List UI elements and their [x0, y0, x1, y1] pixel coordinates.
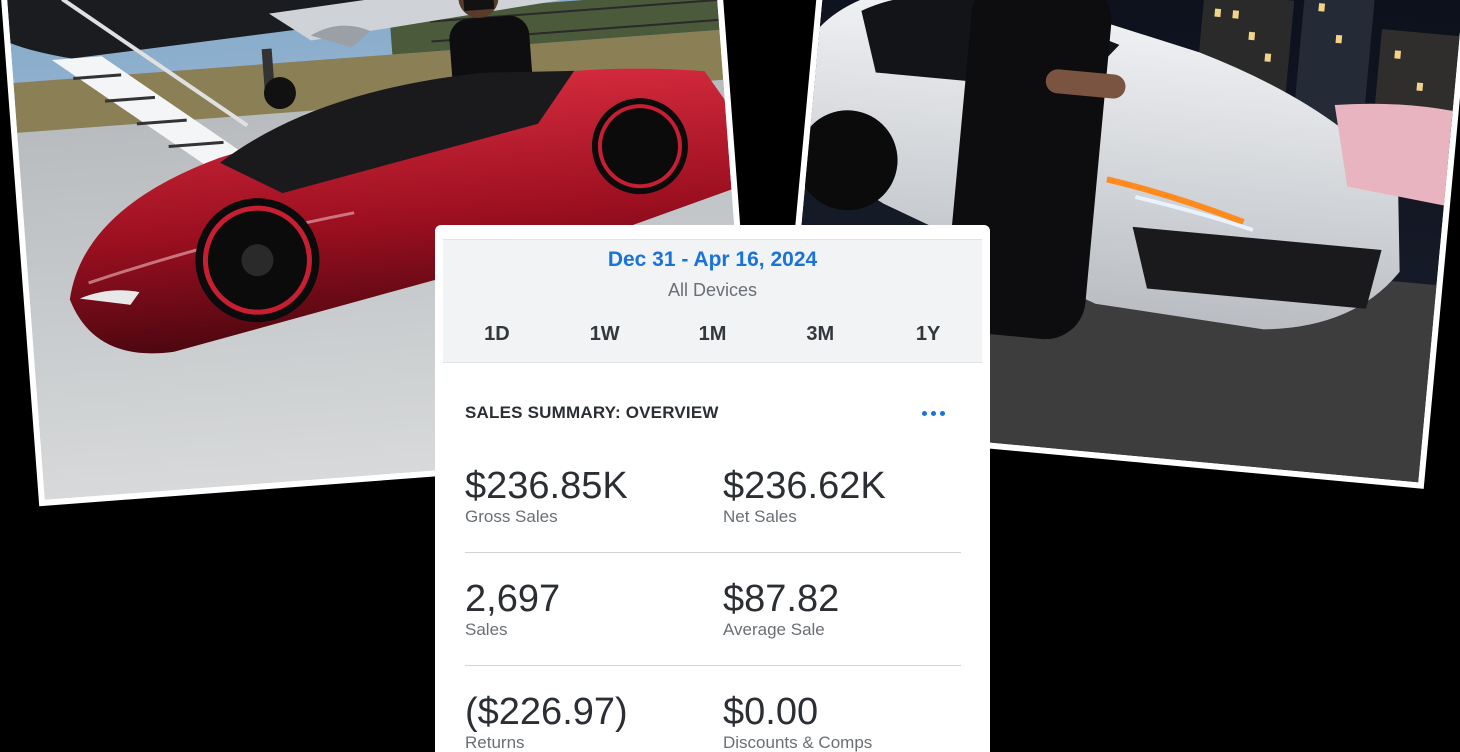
tab-1m[interactable]: 1M: [659, 307, 767, 362]
divider: [465, 665, 961, 666]
metric-value: 2,697: [465, 578, 561, 620]
summary-title: SALES SUMMARY: OVERVIEW: [465, 403, 719, 422]
metric-label: Net Sales: [723, 507, 797, 526]
divider: [465, 552, 961, 553]
sales-summary-card: Dec 31 - Apr 16, 2024 All Devices 1D 1W …: [435, 225, 990, 752]
metric-label: Sales: [465, 620, 508, 639]
tab-1d[interactable]: 1D: [443, 307, 551, 362]
more-options-button[interactable]: [913, 397, 953, 429]
date-header[interactable]: Dec 31 - Apr 16, 2024 All Devices: [443, 239, 982, 309]
metric-label: Discounts & Comps: [723, 733, 873, 752]
metric-sales-count: 2,697 Sales: [465, 578, 560, 640]
metric-label: Average Sale: [723, 620, 825, 639]
collage-canvas: Dec 31 - Apr 16, 2024 All Devices 1D 1W …: [0, 0, 1460, 752]
tab-1y[interactable]: 1Y: [874, 307, 982, 362]
metric-returns: ($226.97) Returns: [465, 691, 628, 752]
metric-label: Returns: [465, 733, 525, 752]
metric-value: ($226.97): [465, 691, 628, 733]
metric-value: $236.62K: [723, 465, 886, 507]
ellipsis-icon: [921, 410, 927, 416]
range-tabs: 1D 1W 1M 3M 1Y: [443, 307, 982, 363]
metric-value: $87.82: [723, 578, 840, 620]
metric-average-sale: $87.82 Average Sale: [723, 578, 839, 640]
metric-label: Gross Sales: [465, 507, 558, 526]
metric-discounts-comps: $0.00 Discounts & Comps: [723, 691, 872, 752]
ellipsis-icon: [930, 410, 936, 416]
metric-gross-sales: $236.85K Gross Sales: [465, 465, 628, 527]
date-range-label[interactable]: Dec 31 - Apr 16, 2024: [443, 248, 982, 272]
metric-value: $0.00: [723, 691, 819, 733]
metric-value: $236.85K: [465, 465, 628, 507]
ellipsis-icon: [939, 410, 945, 416]
tab-1w[interactable]: 1W: [551, 307, 659, 362]
tab-3m[interactable]: 3M: [766, 307, 874, 362]
metric-net-sales: $236.62K Net Sales: [723, 465, 886, 527]
device-filter-label[interactable]: All Devices: [443, 280, 982, 301]
